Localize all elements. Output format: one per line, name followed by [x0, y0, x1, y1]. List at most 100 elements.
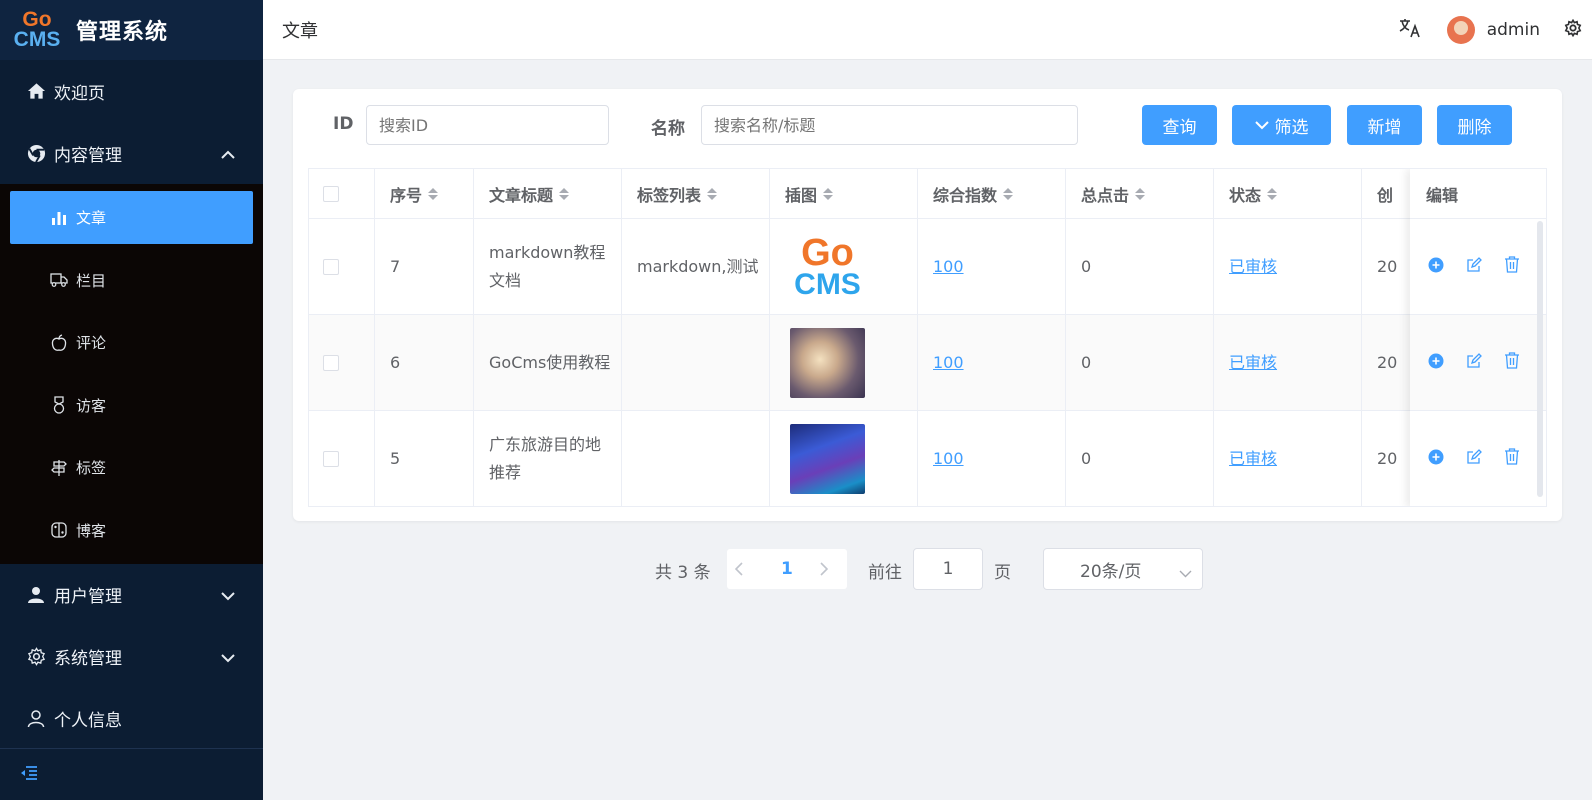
menu-label: 内容管理 [54, 145, 122, 166]
cell-score: 100 [918, 411, 1066, 506]
menu-item-system-management[interactable]: 系统管理 [0, 626, 263, 688]
sub-item-label: 访客 [76, 396, 107, 415]
col-score[interactable]: 综合指数 [918, 169, 1066, 219]
status-link[interactable]: 已审核 [1229, 445, 1277, 473]
delete-button[interactable]: 删除 [1437, 105, 1512, 145]
cell-status: 已审核 [1214, 411, 1362, 506]
next-page-icon[interactable] [819, 562, 829, 580]
add-circle-icon[interactable] [1428, 449, 1444, 469]
row-checkbox[interactable] [323, 259, 339, 275]
cell-clicks: 0 [1066, 219, 1214, 315]
row-checkbox[interactable] [323, 451, 339, 467]
avatar[interactable] [1446, 16, 1475, 44]
col-status[interactable]: 状态 [1214, 169, 1362, 219]
menu-label: 欢迎页 [54, 83, 105, 104]
sub-item-label: 标签 [76, 459, 107, 478]
sort-icon[interactable] [1003, 188, 1014, 200]
sort-icon[interactable] [1135, 188, 1146, 200]
table-row[interactable]: 7 markdown教程文档 markdown,测试 Go CMS 100 0 … [309, 219, 1546, 315]
col-title[interactable]: 文章标题 [474, 169, 622, 219]
vertical-scrollbar[interactable] [1537, 221, 1543, 497]
select-all-cell [309, 169, 375, 219]
row-actions [1410, 315, 1546, 411]
score-link[interactable]: 100 [933, 253, 964, 281]
article-table: 序号 文章标题 标签列表 插图 综合指数 总点击 状态 创 7 markdown… [308, 168, 1547, 507]
sort-icon[interactable] [823, 188, 834, 200]
row-checkbox[interactable] [323, 355, 339, 371]
col-image[interactable]: 插图 [770, 169, 918, 219]
row-select-cell [309, 219, 375, 315]
col-image-label: 插图 [785, 186, 818, 205]
col-id[interactable]: 序号 [375, 169, 474, 219]
filter-button[interactable]: 筛选 [1232, 105, 1331, 145]
sidebar-item-visitor[interactable]: 访客 [0, 374, 263, 437]
cell-title: markdown教程文档 [474, 219, 622, 315]
page-size-select[interactable]: 20条/页 [1043, 548, 1203, 590]
table-row[interactable]: 6 GoCms使用教程 100 0 已审核 20 [309, 315, 1546, 411]
logo-go-text: Go [22, 8, 52, 32]
query-button[interactable]: 查询 [1142, 105, 1217, 145]
sort-icon[interactable] [1267, 188, 1278, 200]
username[interactable]: admin [1487, 20, 1540, 40]
chevron-down-icon [1179, 563, 1192, 583]
score-link[interactable]: 100 [933, 349, 964, 377]
cell-image [770, 411, 918, 506]
sort-icon[interactable] [428, 188, 439, 200]
sub-item-label: 评论 [76, 334, 107, 353]
sub-item-label: 文章 [76, 209, 107, 227]
search-name-input[interactable] [701, 105, 1078, 145]
gocms-logo: Go CMS [12, 8, 62, 50]
status-link[interactable]: 已审核 [1229, 349, 1277, 377]
score-link[interactable]: 100 [933, 445, 964, 473]
sidebar-item-article[interactable]: 文章 [10, 191, 253, 244]
id-label: ID [333, 114, 354, 134]
collapse-sidebar-button[interactable] [0, 748, 263, 800]
cell-tags [622, 315, 770, 411]
cell-clicks: 0 [1066, 315, 1214, 411]
delete-icon[interactable] [1504, 256, 1520, 277]
city-night-thumbnail[interactable] [790, 424, 865, 494]
col-created-label: 创 [1377, 186, 1394, 205]
cell-title: 广东旅游目的地推荐 [474, 411, 622, 506]
add-button[interactable]: 新增 [1347, 105, 1422, 145]
translate-icon[interactable] [1399, 18, 1421, 42]
cell-score: 100 [918, 315, 1066, 411]
col-clicks[interactable]: 总点击 [1066, 169, 1214, 219]
sort-icon[interactable] [559, 188, 570, 200]
goto-page-input[interactable]: 1 [913, 548, 983, 590]
search-id-input[interactable] [366, 105, 609, 145]
row-actions [1410, 219, 1546, 315]
sort-icon[interactable] [707, 188, 718, 200]
settings-gear-icon[interactable] [1564, 18, 1582, 41]
breadcrumb: 文章 [282, 20, 318, 42]
add-circle-icon[interactable] [1428, 353, 1444, 373]
edit-icon[interactable] [1466, 352, 1482, 373]
menu-item-content[interactable]: 内容管理 [0, 122, 263, 184]
content-submenu: 文章 栏目 评论 访客 标签 博客 [0, 184, 263, 564]
edit-icon[interactable] [1466, 448, 1482, 469]
page-number-current[interactable]: 1 [781, 559, 793, 579]
gocms-logo-thumbnail[interactable]: Go CMS [790, 232, 865, 302]
page-unit-label: 页 [994, 563, 1011, 583]
misty-landscape-thumbnail[interactable] [790, 328, 865, 398]
cell-clicks: 0 [1066, 411, 1214, 506]
select-all-checkbox[interactable] [323, 186, 339, 202]
edit-icon[interactable] [1466, 256, 1482, 277]
pagination-pager: 1 [727, 549, 847, 589]
menu-item-profile[interactable]: 个人信息 [0, 688, 263, 750]
status-link[interactable]: 已审核 [1229, 253, 1277, 281]
delete-icon[interactable] [1504, 448, 1520, 469]
chart-bar-icon [50, 209, 68, 227]
table-row[interactable]: 5 广东旅游目的地推荐 100 0 已审核 20 [309, 411, 1546, 506]
col-tags[interactable]: 标签列表 [622, 169, 770, 219]
add-circle-icon[interactable] [1428, 257, 1444, 277]
logo[interactable]: Go CMS 管理系统 [0, 0, 263, 60]
query-label: 查询 [1162, 117, 1197, 138]
person-icon [26, 709, 46, 729]
menu-item-welcome[interactable]: 欢迎页 [0, 60, 263, 122]
prev-page-icon[interactable] [734, 562, 744, 580]
sidebar-item-column[interactable]: 栏目 [0, 249, 263, 312]
sidebar-item-tag[interactable]: 标签 [0, 437, 263, 500]
delete-icon[interactable] [1504, 352, 1520, 373]
sidebar-item-comment[interactable]: 评论 [0, 312, 263, 375]
